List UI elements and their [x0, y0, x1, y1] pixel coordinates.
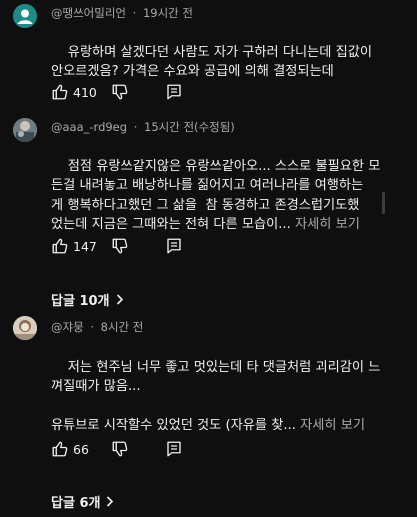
meta-separator: ·: [132, 6, 137, 20]
read-more-link[interactable]: 자세히 보기: [295, 217, 360, 232]
avatar-photo-icon: [13, 316, 37, 340]
comment-actions: 410: [51, 83, 201, 103]
like-count: 66: [73, 442, 89, 457]
avatar-person-icon: [13, 4, 37, 28]
replies-toggle[interactable]: 답글 6개: [51, 492, 114, 511]
comment-actions: 66: [51, 440, 201, 460]
avatar[interactable]: [13, 316, 37, 340]
replies-toggle[interactable]: 답글 10개: [51, 290, 124, 309]
meta-separator: ·: [133, 120, 138, 134]
avatar[interactable]: [13, 118, 37, 142]
thumbs-up-icon[interactable]: [51, 440, 69, 458]
like-count: 410: [73, 85, 97, 100]
comment-2: @aaa_-rd9eg · 15시간 전(수정됨) 점점 유랑쓰같지않은 유랑쓰…: [0, 110, 417, 310]
scrollbar[interactable]: [382, 192, 385, 214]
avatar-photo-icon: [13, 118, 37, 142]
comment-meta: @쟈뭉 · 8시간 전: [51, 319, 143, 335]
comment-time: 15시간 전(수정됨): [144, 120, 235, 134]
reply-icon[interactable]: [165, 440, 183, 458]
comment-meta: @땡쓰어밀리언 · 19시간 전: [51, 5, 193, 21]
comment-time: 19시간 전: [142, 6, 193, 20]
comment-author[interactable]: @aaa_-rd9eg: [51, 120, 127, 134]
chevron-right-icon: [116, 294, 124, 309]
avatar[interactable]: [13, 4, 37, 28]
reply-icon[interactable]: [165, 83, 183, 101]
reply-icon[interactable]: [165, 237, 183, 255]
like-count: 147: [73, 239, 97, 254]
comment-1: @땡쓰어밀리언 · 19시간 전 유랑하며 살겠다던 사람도 자가 구하러 다니…: [0, 0, 417, 110]
comment-author[interactable]: @쟈뭉: [51, 320, 84, 334]
comment-3: @쟈뭉 · 8시간 전 저는 현주님 너무 좋고 멋있는데 타 댓글처럼 괴리감…: [0, 310, 417, 517]
replies-count-label: 답글 10개: [51, 294, 110, 309]
comment-body: 유랑하며 살겠다던 사람도 자가 구하러 다니는데 집값이 안오르겠음? 가격은…: [51, 44, 372, 80]
comment-time: 8시간 전: [100, 320, 144, 334]
comment-actions: 147: [51, 237, 201, 257]
thumbs-down-icon[interactable]: [111, 83, 129, 101]
thumbs-up-icon[interactable]: [51, 83, 69, 101]
read-more-link[interactable]: 자세히 보기: [300, 418, 365, 433]
comment-text: 저는 현주님 너무 좋고 멋있는데 타 댓글처럼 괴리감이 느 껴질때가 많음.…: [51, 338, 401, 455]
meta-separator: ·: [90, 320, 94, 334]
comment-meta: @aaa_-rd9eg · 15시간 전(수정됨): [51, 119, 235, 135]
replies-count-label: 답글 6개: [51, 496, 101, 511]
thumbs-down-icon[interactable]: [111, 440, 129, 458]
thumbs-down-icon[interactable]: [111, 237, 129, 255]
thumbs-up-icon[interactable]: [51, 237, 69, 255]
chevron-right-icon: [106, 496, 114, 511]
comment-author[interactable]: @땡쓰어밀리언: [51, 6, 126, 20]
